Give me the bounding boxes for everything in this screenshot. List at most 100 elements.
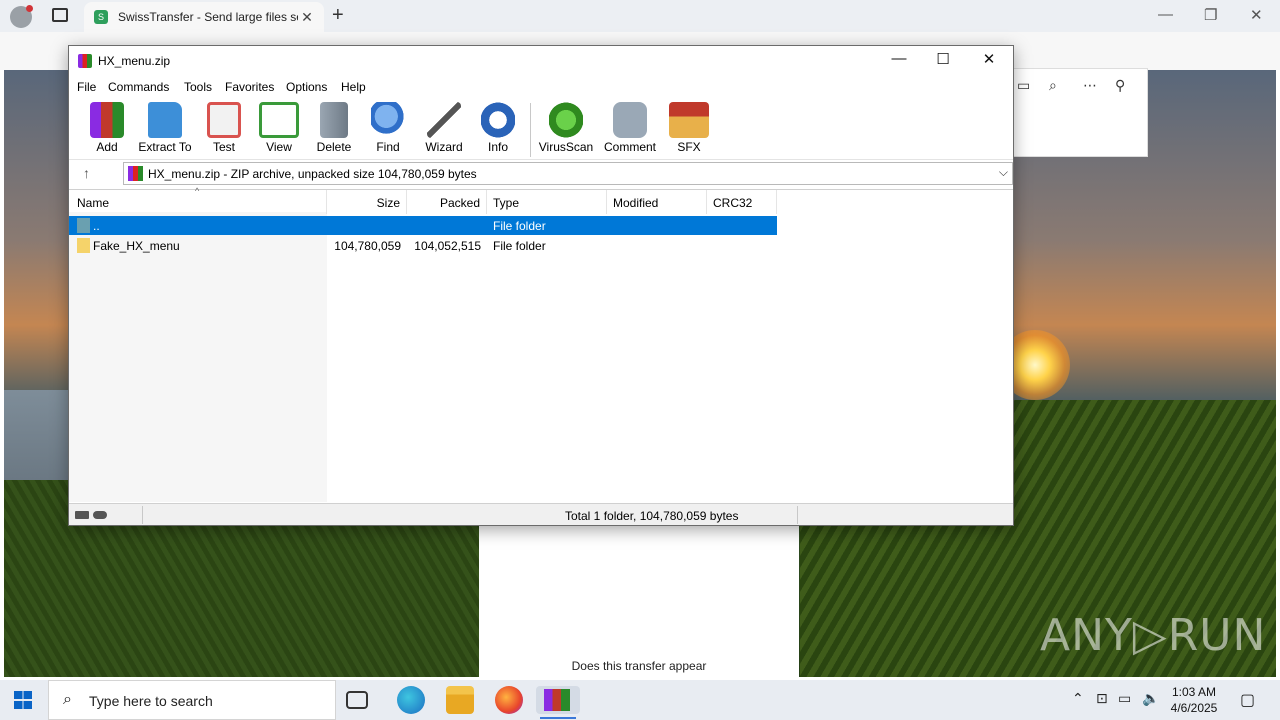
menu-tools[interactable]: Tools [184,80,212,94]
find-button[interactable]: Find [360,102,416,154]
network-icon[interactable]: ▭ [1118,690,1131,707]
comment-button[interactable]: Comment [602,102,658,154]
anyrun-watermark: ANY▷RUN [1040,610,1267,661]
up-folder-icon[interactable]: ↑ [83,165,90,181]
menu-bar: File Commands Tools Favorites Options He… [69,76,1013,98]
pin-icon[interactable]: ⚲ [1115,77,1125,94]
path-dropdown[interactable]: HX_menu.zip - ZIP archive, unpacked size… [123,162,1013,185]
column-header-crc32[interactable]: CRC32 [707,190,777,214]
search-icon: ⌕ [63,691,72,708]
row-type: File folder [493,239,546,253]
minimize-button[interactable]: — [877,50,921,67]
browser-close-icon[interactable]: ✕ [1250,6,1263,24]
show-hidden-icons-icon[interactable]: ⌃ [1072,690,1084,707]
taskbar-clock[interactable]: 1:03 AM 4/6/2025 [1164,684,1224,716]
close-tab-icon[interactable]: ✕ [298,9,316,26]
notifications-icon[interactable]: ▢ [1240,690,1255,710]
close-button[interactable]: ✕ [967,50,1011,68]
comment-icon [613,102,647,138]
info-label: Info [487,140,508,154]
test-clipboard-icon [207,102,241,138]
virusscan-button[interactable]: VirusScan [538,102,594,154]
find-label: Find [376,140,400,154]
browser-restore-icon[interactable]: ❐ [1204,6,1217,24]
windows-start-icon[interactable] [14,691,32,709]
column-name-label: Name [77,196,110,210]
winrar-app-icon [78,54,92,68]
wizard-wand-icon [427,102,461,138]
delete-button[interactable]: Delete [306,102,362,154]
browser-tab-bar: S SwissTransfer - Send large files se ✕ … [0,0,1280,32]
wizard-button[interactable]: Wizard [416,102,472,154]
table-row[interactable]: Fake_HX_menu 104,780,059 104,052,515 Fil… [69,236,777,255]
view-label: View [266,140,292,154]
taskbar: ⌕ Type here to search ⌃ ⊡ ▭ 🔈 1:03 AM 4/… [0,680,1280,720]
browser-minimize-icon[interactable]: — [1158,6,1173,23]
new-tab-icon[interactable]: + [332,4,344,27]
menu-options[interactable]: Options [286,80,327,94]
view-book-icon [259,102,299,138]
view-button[interactable]: View [251,102,307,154]
file-list[interactable]: ^ Name Size Packed Type Modified CRC32 .… [69,186,1013,502]
folder-icon [77,238,90,253]
taskbar-search[interactable]: ⌕ Type here to search [48,680,336,720]
firefox-icon[interactable] [495,686,523,714]
search-downloads-icon[interactable]: ⌕ [1049,77,1057,94]
webpage-card: Does this transfer appear [479,526,799,677]
clock-date: 4/6/2025 [1170,701,1218,715]
search-placeholder: Type here to search [89,693,213,709]
volume-icon[interactable]: 🔈 [1142,690,1159,707]
wizard-label: Wizard [425,140,463,154]
column-header-size[interactable]: Size [327,190,407,214]
device-icon[interactable]: ⊡ [1096,690,1108,707]
status-separator [142,506,143,524]
column-header-type[interactable]: Type [487,190,607,214]
column-header-modified[interactable]: Modified [607,190,707,214]
chevron-down-icon[interactable]: ⌵ [999,165,1008,180]
profile-avatar[interactable] [10,5,33,28]
downloads-panel: ▭ ⌕ ⋯ ⚲ [1010,68,1148,157]
window-title: HX_menu.zip [98,54,171,68]
menu-favorites[interactable]: Favorites [225,80,274,94]
extract-to-button[interactable]: Extract To [137,102,193,154]
info-button[interactable]: Info [470,102,526,154]
column-header-packed[interactable]: Packed [407,190,487,214]
extract-to-label: Extract To [138,140,192,154]
comment-label: Comment [603,140,656,154]
parent-folder-icon [77,218,90,233]
sfx-button[interactable]: SFX [661,102,717,154]
status-separator [797,506,798,524]
add-archive-icon [90,102,124,138]
menu-file[interactable]: File [77,80,96,94]
key-icon[interactable] [93,511,107,519]
menu-help[interactable]: Help [341,80,366,94]
menu-commands[interactable]: Commands [108,80,169,94]
edge-icon[interactable] [397,686,425,714]
clock-time: 1:03 AM [1171,685,1217,699]
add-button[interactable]: Add [79,102,135,154]
tab-title: SwissTransfer - Send large files se [118,10,298,24]
webpage-card-text: Does this transfer appear [571,659,707,673]
virusscan-icon [549,102,583,138]
winrar-taskbar-icon[interactable] [536,686,580,719]
row-name: Fake_HX_menu [93,239,180,253]
toolbar: Add Extract To Test View Delete Find Wiz… [69,99,1013,157]
sfx-box-icon [669,102,709,138]
row-name: .. [93,219,100,233]
open-folder-icon[interactable]: ▭ [1017,77,1030,94]
info-icon [481,102,515,138]
more-options-icon[interactable]: ⋯ [1083,77,1097,94]
task-view-icon[interactable] [346,691,368,709]
find-magnifier-icon [371,102,405,138]
toolbar-separator [530,103,531,157]
test-button[interactable]: Test [196,102,252,154]
file-explorer-icon[interactable] [446,686,474,714]
row-size: 104,780,059 [334,239,401,253]
table-row[interactable]: .. File folder [69,216,777,235]
tab-actions-icon[interactable] [52,8,68,22]
drive-icon[interactable] [75,511,89,519]
maximize-button[interactable]: ☐ [921,50,965,68]
column-header-name[interactable]: ^ Name [69,186,327,214]
browser-tab[interactable]: S SwissTransfer - Send large files se ✕ [84,2,324,32]
virusscan-label: VirusScan [538,140,594,154]
